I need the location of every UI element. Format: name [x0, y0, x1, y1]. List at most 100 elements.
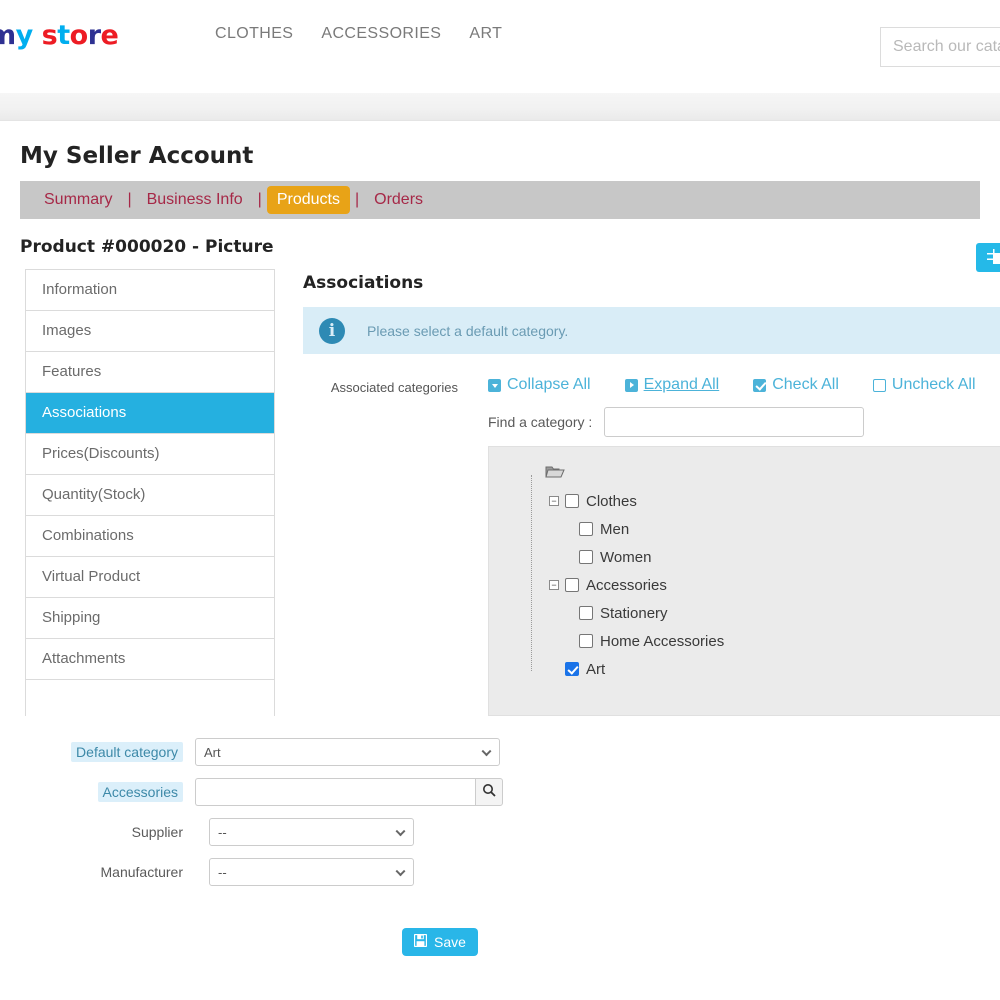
sidebar-item-combinations[interactable]: Combinations	[26, 516, 274, 557]
tree-checkbox[interactable]	[579, 550, 593, 564]
associations-panel: Associations i Please select a default c…	[275, 269, 1000, 716]
main-navigation: CLOTHES ACCESSORIES ART	[215, 25, 502, 43]
supplier-select[interactable]: --	[209, 818, 414, 846]
search-input[interactable]	[880, 27, 1000, 67]
seller-tab-business-info[interactable]: Business Info	[137, 186, 253, 214]
expand-icon	[624, 378, 638, 392]
uncheck-all-link[interactable]: Uncheck All	[872, 376, 976, 394]
tree-item-women[interactable]: Women	[511, 543, 1000, 571]
header-strip-divider	[0, 93, 1000, 121]
info-alert: i Please select a default category.	[303, 307, 1000, 354]
sidebar-item-prices-discounts[interactable]: Prices(Discounts)	[26, 434, 274, 475]
tree-checkbox[interactable]	[579, 522, 593, 536]
tree-checkbox[interactable]	[579, 606, 593, 620]
sidebar-item-virtual-product[interactable]: Virtual Product	[26, 557, 274, 598]
tree-item-clothes[interactable]: − Clothes	[511, 487, 1000, 515]
check-all-icon	[753, 378, 767, 392]
tree-checkbox[interactable]	[579, 634, 593, 648]
floppy-save-icon	[413, 933, 428, 950]
manufacturer-value: --	[218, 864, 227, 880]
tree-item-label: Women	[600, 548, 652, 566]
sidebar-item-shipping[interactable]: Shipping	[26, 598, 274, 639]
collapse-all-label: Collapse All	[507, 376, 591, 393]
tree-item-men[interactable]: Men	[511, 515, 1000, 543]
folder-icon	[545, 465, 565, 479]
seller-tab-orders[interactable]: Orders	[364, 186, 433, 214]
accessories-label: Accessories	[97, 782, 183, 802]
expand-all-link[interactable]: Expand All	[624, 376, 720, 394]
sidebar-item-images[interactable]: Images	[26, 311, 274, 352]
nav-item-clothes[interactable]: CLOTHES	[215, 25, 293, 43]
find-category-row: Find a category :	[303, 407, 1000, 437]
tree-item-label: Stationery	[600, 604, 668, 622]
default-category-row: Default category Art	[0, 738, 1000, 766]
tree-checkbox[interactable]	[565, 578, 579, 592]
tab-separator: |	[354, 191, 360, 208]
save-button-label: Save	[434, 934, 466, 950]
associated-categories-row: Associated categories Collapse All Expan…	[303, 376, 1000, 395]
sidebar-item-quantity-stock[interactable]: Quantity(Stock)	[26, 475, 274, 516]
manufacturer-row: Manufacturer --	[0, 858, 1000, 886]
category-tree: − Clothes Men Women − Accessories Statio…	[488, 446, 1000, 716]
seller-tab-summary[interactable]: Summary	[34, 186, 122, 214]
tree-expander-icon[interactable]: −	[549, 496, 559, 506]
save-button-row: Save	[0, 928, 1000, 956]
tab-separator: |	[257, 191, 262, 208]
check-all-link[interactable]: Check All	[753, 376, 839, 394]
product-edit-layout: Information Images Features Associations…	[0, 257, 1000, 716]
default-category-label: Default category	[71, 742, 183, 762]
accessories-label-wrap: Accessories	[0, 782, 195, 802]
collapse-icon	[488, 378, 501, 392]
chevron-down-icon	[395, 866, 406, 877]
accessories-input[interactable]	[195, 778, 475, 806]
tree-expander-icon[interactable]: −	[549, 580, 559, 590]
panel-title: Associations	[303, 273, 424, 293]
supplier-row: Supplier --	[0, 818, 1000, 846]
chevron-down-icon	[395, 826, 406, 837]
associated-categories-label: Associated categories	[330, 380, 458, 395]
supplier-value: --	[218, 824, 227, 840]
search-box	[880, 27, 1000, 67]
nav-item-accessories[interactable]: ACCESSORIES	[321, 25, 441, 43]
tree-item-label: Men	[600, 520, 630, 538]
page-title: My Seller Account	[20, 143, 254, 169]
seller-tab-products[interactable]: Products	[266, 186, 350, 214]
collapse-all-link[interactable]: Collapse All	[488, 376, 591, 394]
nav-item-art[interactable]: ART	[469, 25, 502, 43]
save-button[interactable]: Save	[402, 928, 478, 956]
tree-item-accessories[interactable]: − Accessories	[511, 571, 1000, 599]
category-tree-actions: Collapse All Expand All Check All Unchec…	[458, 376, 976, 394]
tree-item-label: Art	[586, 660, 606, 678]
tree-checkbox[interactable]	[565, 494, 579, 508]
tree-checkbox-checked[interactable]	[565, 662, 579, 676]
find-category-label: Find a category :	[488, 414, 593, 430]
product-header: Product #000020 - Picture	[0, 219, 1000, 257]
sidebar-item-attachments[interactable]: Attachments	[26, 639, 274, 680]
store-logo[interactable]: my store	[0, 20, 119, 51]
default-category-label-wrap: Default category	[0, 742, 195, 762]
accessories-row: Accessories	[0, 778, 1000, 806]
accessories-search-button[interactable]	[475, 778, 503, 806]
default-category-value: Art	[204, 744, 221, 760]
product-title: Product #000020 - Picture	[20, 237, 274, 257]
chevron-down-icon	[481, 746, 492, 757]
tree-item-home-accessories[interactable]: Home Accessories	[511, 627, 1000, 655]
sidebar-item-features[interactable]: Features	[26, 352, 274, 393]
tree-root-node	[511, 459, 1000, 487]
manufacturer-select[interactable]: --	[209, 858, 414, 886]
expand-all-label: Expand All	[643, 376, 720, 393]
info-icon: i	[319, 317, 345, 344]
uncheck-all-icon	[872, 378, 886, 392]
find-category-input[interactable]	[604, 407, 865, 437]
sidebar-item-associations[interactable]: Associations	[26, 393, 274, 434]
tab-separator: |	[127, 191, 132, 208]
accessories-field	[195, 778, 503, 806]
tree-item-label: Clothes	[586, 492, 637, 510]
tree-item-art[interactable]: Art	[511, 655, 1000, 683]
tree-item-stationery[interactable]: Stationery	[511, 599, 1000, 627]
sidebar-item-information[interactable]: Information	[26, 270, 274, 311]
tree-item-label: Home Accessories	[600, 632, 725, 650]
default-category-select[interactable]: Art	[195, 738, 500, 766]
site-header: my store CLOTHES ACCESSORIES ART	[0, 0, 1000, 93]
search-icon	[482, 783, 496, 802]
